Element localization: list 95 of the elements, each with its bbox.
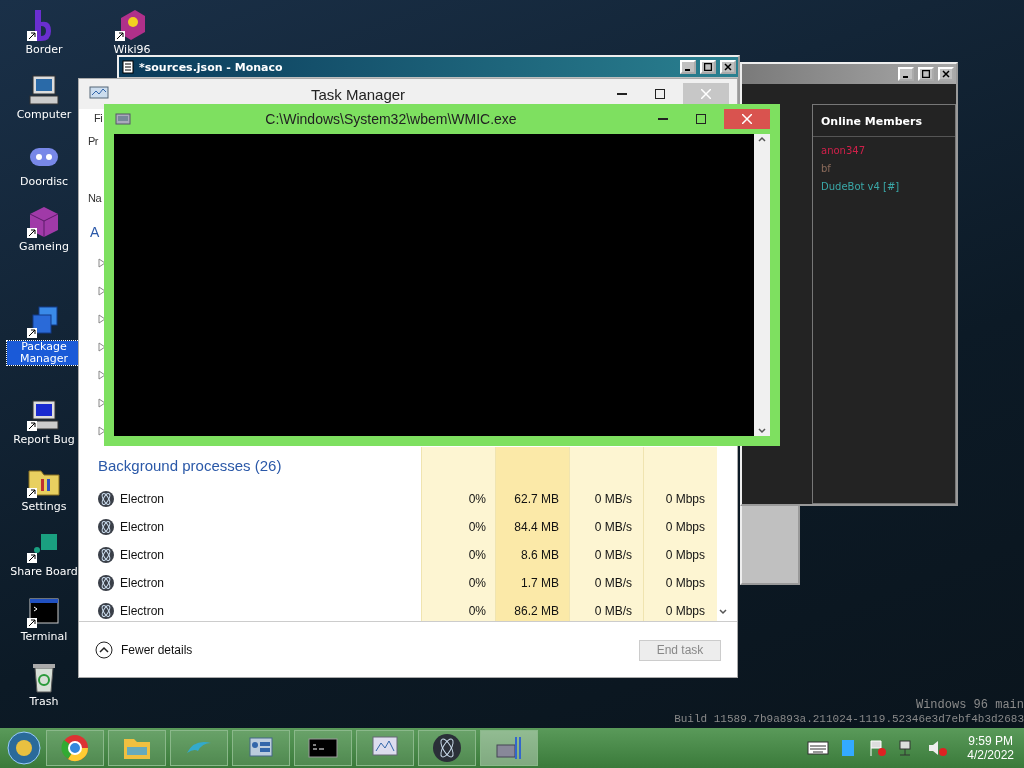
scroll-up-icon[interactable] [757,134,767,144]
computer-icon[interactable] [27,73,61,107]
expand-icon[interactable] [98,370,106,380]
window-title: C:\Windows\System32\wbem\WMIC.exe [264,111,518,127]
expand-icon[interactable] [98,342,106,352]
expand-icon[interactable] [98,398,106,408]
terminal-icon[interactable] [294,730,352,766]
atom-icon [98,491,114,507]
cpu-cell-text: 0% [467,548,487,562]
icon-label[interactable]: Doordisc [17,176,71,188]
maximize-icon [696,114,706,124]
scroll-down-icon[interactable] [757,426,767,436]
tab[interactable]: Pr [88,135,98,147]
process-name: Electron [120,492,165,506]
expand-icon[interactable] [98,426,106,436]
expand-icon[interactable] [98,286,106,296]
monitor-icon [89,86,109,102]
scroll-down-icon[interactable] [718,607,728,617]
close-icon [724,63,732,71]
start-button[interactable] [6,730,42,766]
expand-icon[interactable] [98,314,106,324]
disk-cell-text: 0 MB/s [593,604,633,618]
window-title: Task Manager [309,85,407,103]
disk-cell-text: 0 MB/s [593,576,633,590]
close-icon [742,114,752,124]
minimize-icon [658,118,668,120]
network-cell-text: 0 Mbps [664,492,706,506]
process-name: Electron [120,548,165,562]
memory-cell-text: 1.7 MB [520,576,560,590]
atom-icon [98,547,114,563]
memory-cell-text: 84.4 MB [513,520,560,534]
cpu-cell-text: 0% [467,520,487,534]
icon-label[interactable]: Computer [14,109,74,121]
icon-label[interactable]: Report Bug [11,434,77,446]
atom-icon [98,519,114,535]
icon-label[interactable]: Wiki96 [111,44,153,56]
maximize-icon [704,63,712,71]
memory-cell-text: 8.6 MB [520,548,560,562]
member-name[interactable]: DudeBot v4 [#] [821,181,947,192]
atom-icon [98,575,114,591]
icon-label[interactable]: Terminal [18,631,70,643]
terminal-icon[interactable] [27,595,61,629]
notebook-icon [121,60,135,74]
clock-date[interactable]: 4/2/2022 [967,748,1014,762]
icon-label[interactable]: Gameing [17,241,71,253]
clock-time[interactable]: 9:59 PM [968,734,1013,748]
process-name: Electron [120,604,165,618]
computer-icon[interactable] [27,398,61,432]
group-header: A [90,224,99,240]
browser-icon[interactable] [46,730,104,766]
expand-icon[interactable] [98,258,106,268]
icon-label[interactable]: Border [23,44,65,56]
cpu-cell-text: 0% [467,576,487,590]
process-name: Electron [120,576,165,590]
cube-icon[interactable] [27,205,61,239]
close-icon [701,89,711,99]
minimize-button[interactable] [680,60,696,74]
memory-cell-text: 86.2 MB [513,604,560,618]
build-text: Build 11589.7b9a893a.211024-1119.52346e3d7ebf4b3d2683 [674,713,1024,725]
network-cell-text: 0 Mbps [664,604,706,618]
cpu-cell-text: 0% [467,604,487,618]
icon-label[interactable]: Share Board [8,566,80,578]
collapse-icon [95,641,113,659]
maximize-icon [922,70,930,78]
members-title: Online Members [813,105,955,137]
cpu-cell-text: 0% [467,492,487,506]
disk-cell-text: 0 MB/s [593,492,633,506]
fewer-details-button[interactable]: Fewer details [95,641,193,659]
icon-label[interactable]: Package Manager [7,341,81,365]
icon-label[interactable]: Trash [27,696,61,708]
network-cell-text: 0 Mbps [664,548,706,562]
disk-cell-text: 0 MB/s [593,548,633,562]
maximize-button[interactable] [700,60,716,74]
version-text: Windows 96 main [915,698,1024,712]
menu-item[interactable]: Fi [94,112,103,124]
network-cell-text: 0 Mbps [664,576,706,590]
scrollbar[interactable] [754,134,770,436]
atom-icon[interactable] [418,730,476,766]
column-header[interactable]: Na [88,192,102,204]
close-button[interactable] [720,60,736,74]
package-icon[interactable] [27,305,61,339]
window-title: *sources.json - Monaco [139,60,284,74]
group-header: Background processes (26) [98,457,282,474]
close-icon [942,70,950,78]
memory-cell-text: 62.7 MB [513,492,560,506]
minimize-icon [617,93,627,95]
atom-icon [98,603,114,619]
computer-icon [114,111,134,127]
icon-label[interactable]: Settings [19,501,69,513]
disk-cell-text: 0 MB/s [593,520,633,534]
speaker-icon[interactable] [927,739,950,757]
process-name: Electron [120,520,165,534]
network-cell-text: 0 Mbps [664,520,706,534]
maximize-icon [655,89,665,99]
keyboard-icon[interactable] [807,739,830,757]
